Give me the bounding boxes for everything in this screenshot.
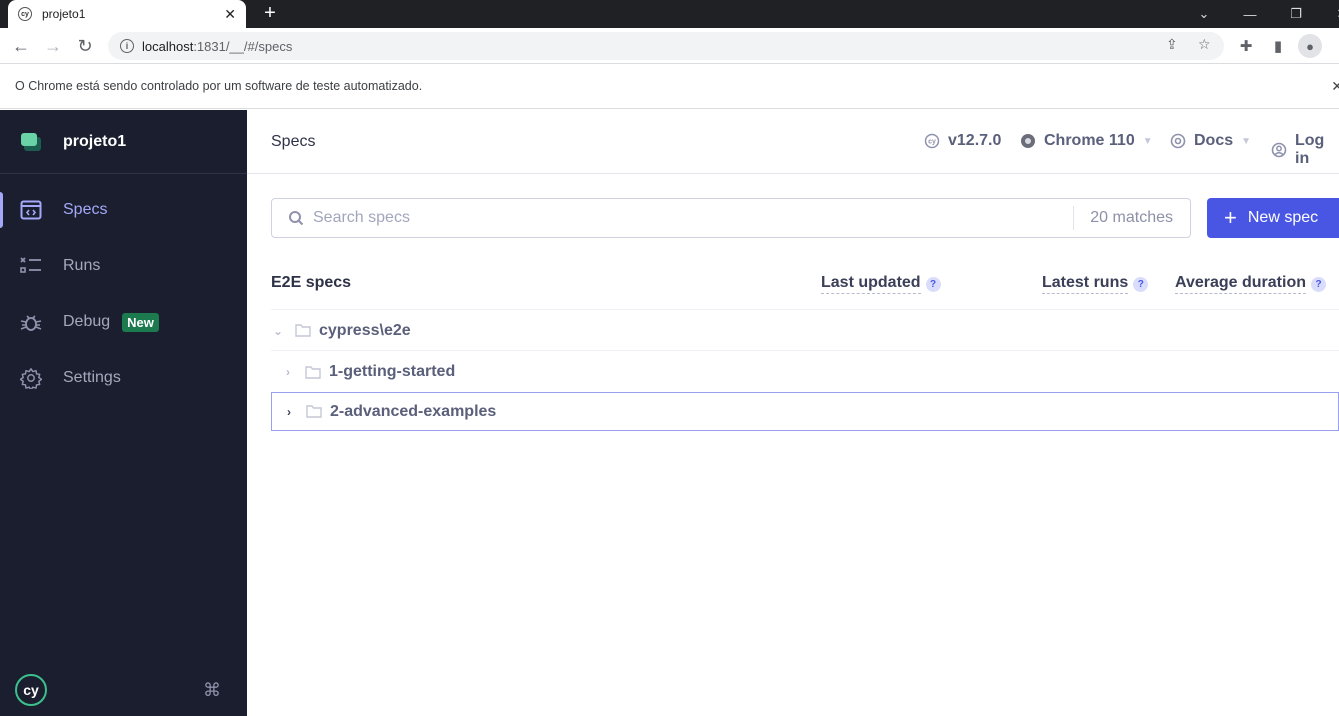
sidebar-item-label: Runs xyxy=(63,257,101,274)
browser-tab[interactable]: cy projeto1 ✕ xyxy=(8,0,246,28)
tab-search-chevron-icon[interactable]: ⌄ xyxy=(1181,0,1227,28)
folder-icon xyxy=(306,405,322,418)
tree-row-folder-focused[interactable]: › 2-advanced-examples xyxy=(271,392,1339,431)
sidebar-item-label: Settings xyxy=(63,369,121,386)
close-tab-icon[interactable]: ✕ xyxy=(224,6,236,23)
bookmark-star-icon[interactable]: ☆ xyxy=(1198,36,1211,53)
chrome-icon xyxy=(1020,133,1036,149)
folder-icon xyxy=(305,365,321,379)
profile-avatar-icon[interactable]: ● xyxy=(1298,34,1322,58)
search-icon xyxy=(289,211,304,226)
page-header: Specs cy v12.7.0 Chrome 110 ▼ Docs ▼ Log… xyxy=(247,110,1339,174)
infobar-text: O Chrome está sendo controlado por um so… xyxy=(15,79,423,93)
share-icon[interactable]: ⇪ xyxy=(1166,36,1178,53)
tree-row-folder[interactable]: ⌄ cypress\e2e xyxy=(271,311,1339,351)
sidebar-item-label: Debug xyxy=(63,313,111,330)
extensions-icon[interactable]: ✚ xyxy=(1236,36,1256,56)
chevron-down-icon: ▼ xyxy=(1142,135,1153,147)
cypress-version-icon: cy xyxy=(924,133,940,149)
plus-icon: + xyxy=(1224,205,1237,230)
code-window-icon xyxy=(20,199,42,221)
sidebar-item-runs[interactable]: Runs xyxy=(0,238,247,294)
tree-row-folder[interactable]: › 1-getting-started xyxy=(271,352,1339,392)
bug-icon xyxy=(20,311,42,333)
close-window-icon[interactable]: ✕ xyxy=(1319,0,1339,28)
user-circle-icon xyxy=(1271,142,1287,158)
version-link[interactable]: cy v12.7.0 xyxy=(924,132,1001,150)
new-tab-button[interactable]: + xyxy=(258,2,282,25)
automation-infobar: O Chrome está sendo controlado por um so… xyxy=(0,64,1339,109)
project-name: projeto1 xyxy=(63,132,127,150)
side-panel-icon[interactable]: ▮ xyxy=(1268,36,1288,56)
login-button[interactable]: Log in xyxy=(1271,132,1339,168)
chevron-down-icon: ⌄ xyxy=(272,323,284,338)
minimize-icon[interactable]: — xyxy=(1227,0,1273,28)
help-icon[interactable]: ? xyxy=(1133,276,1149,292)
help-icon[interactable]: ? xyxy=(1311,276,1326,292)
tab-title: projeto1 xyxy=(42,7,86,21)
browser-selector[interactable]: Chrome 110 ▼ xyxy=(1020,132,1153,150)
project-icon xyxy=(21,132,41,151)
col-average-duration[interactable]: Average duration ? xyxy=(1175,274,1326,294)
cypress-favicon-icon: cy xyxy=(18,7,32,21)
spec-table-header: E2E specs Last updated ? Latest runs ? A… xyxy=(271,266,1339,310)
svg-text:cy: cy xyxy=(928,139,936,146)
search-input[interactable] xyxy=(313,209,1074,227)
site-info-icon[interactable]: i xyxy=(120,39,134,53)
match-count: 20 matches xyxy=(1073,206,1190,230)
docs-menu[interactable]: Docs ▼ xyxy=(1170,132,1251,150)
gear-icon xyxy=(20,367,42,389)
chevron-down-icon: ▼ xyxy=(1241,135,1252,147)
spec-search: 20 matches xyxy=(271,198,1191,238)
reload-icon[interactable]: ↻ xyxy=(73,34,97,58)
sidebar: projeto1 Specs Runs Debug New Settings c… xyxy=(0,110,247,716)
new-spec-button[interactable]: + New spec xyxy=(1207,198,1339,238)
cypress-logo-icon[interactable]: cy xyxy=(15,674,47,706)
infobar-close-icon[interactable]: ✕ xyxy=(1331,78,1339,95)
address-bar[interactable]: i localhost:1831/__/#/specs ⇪ ☆ xyxy=(108,32,1224,60)
browser-toolbar: ← → ↻ i localhost:1831/__/#/specs ⇪ ☆ ✚ … xyxy=(0,28,1339,64)
sidebar-item-specs[interactable]: Specs xyxy=(0,182,247,238)
folder-icon xyxy=(295,324,311,337)
sidebar-item-label: Specs xyxy=(63,201,108,218)
restore-icon[interactable]: ❐ xyxy=(1273,0,1319,28)
chevron-right-icon: › xyxy=(286,365,290,379)
sidebar-item-settings[interactable]: Settings xyxy=(0,350,247,406)
project-switcher[interactable]: projeto1 xyxy=(0,110,247,174)
spec-type-title: E2E specs xyxy=(271,274,352,291)
main-content: Specs cy v12.7.0 Chrome 110 ▼ Docs ▼ Log… xyxy=(247,110,1339,716)
runs-list-icon xyxy=(20,255,42,277)
help-icon[interactable]: ? xyxy=(925,276,941,292)
command-key-icon[interactable]: ⌘ xyxy=(203,680,221,701)
col-last-updated[interactable]: Last updated ? xyxy=(821,274,941,294)
col-latest-runs[interactable]: Latest runs ? xyxy=(1042,274,1149,294)
new-badge: New xyxy=(122,312,159,332)
page-title: Specs xyxy=(271,132,316,150)
url-text: localhost:1831/__/#/specs xyxy=(142,38,293,54)
forward-icon[interactable]: → xyxy=(41,34,65,58)
browser-tabstrip: cy projeto1 ✕ + ⌄ — ❐ ✕ xyxy=(0,0,1339,28)
back-icon[interactable]: ← xyxy=(9,34,33,58)
chevron-right-icon: › xyxy=(287,404,291,419)
sidebar-item-debug[interactable]: Debug New xyxy=(0,294,247,350)
docs-lifebuoy-icon xyxy=(1170,133,1186,149)
